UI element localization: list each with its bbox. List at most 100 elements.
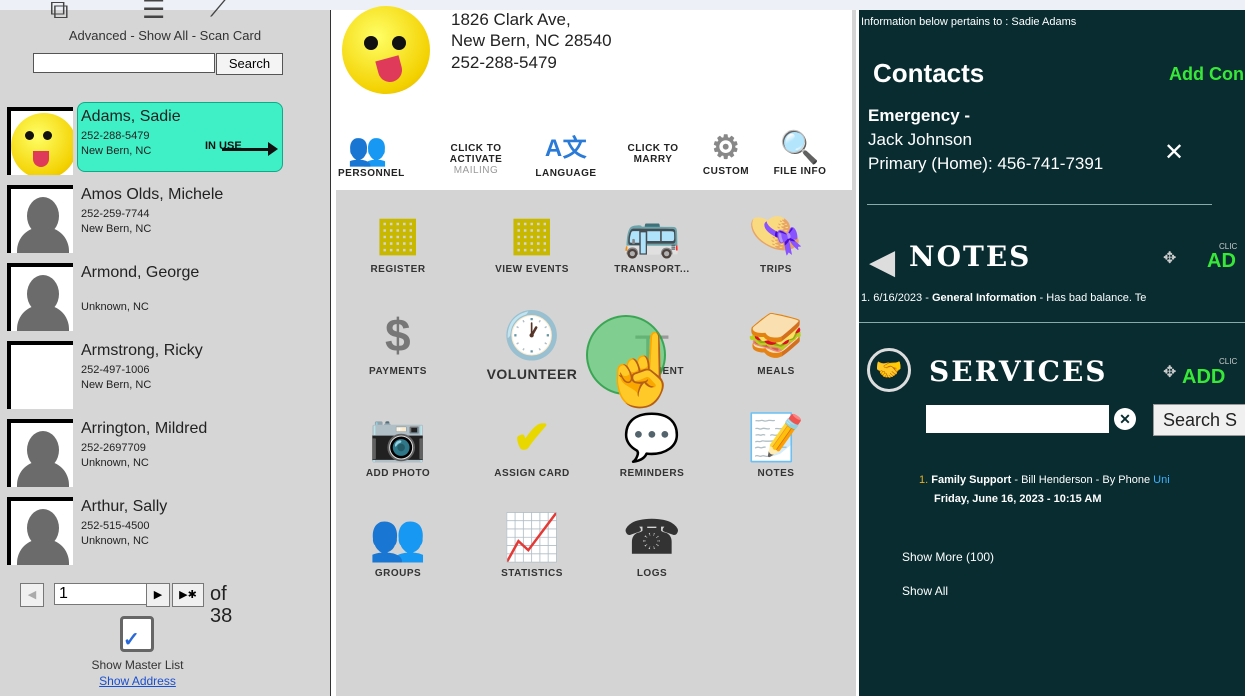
person-phone: 252-2697709 xyxy=(81,442,146,454)
person-name[interactable]: Armond, George xyxy=(81,264,199,282)
person-city: New Bern, NC xyxy=(81,223,152,235)
address-box: 1826 Clark Ave, New Bern, NC 28540 252-2… xyxy=(336,6,852,190)
volunteer-button[interactable]: 🕐 VOLUNTEER xyxy=(482,308,582,382)
client-list-panel: ⧉ ☰ ⟋ Advanced - Show All - Scan Card Se… xyxy=(0,0,330,696)
transport-button[interactable]: 🚌 TRANSPORT... xyxy=(602,206,702,275)
person-name[interactable]: Armstrong, Ricky xyxy=(81,342,203,360)
language-button[interactable]: A文 LANGUAGE xyxy=(531,132,601,179)
personnel-button[interactable]: 👥 PERSONNEL xyxy=(338,131,404,179)
reminders-button[interactable]: 💬 REMINDERS xyxy=(602,410,702,479)
trips-button[interactable]: 👒 TRIPS xyxy=(726,206,826,275)
divider xyxy=(859,322,1245,323)
search-input[interactable] xyxy=(33,53,215,73)
register-button[interactable]: ▦ REGISTER xyxy=(348,206,448,275)
person-city: Unknown, NC xyxy=(81,535,149,547)
gear-icon: ⚙ xyxy=(711,129,741,165)
add-note-button[interactable]: AD xyxy=(1207,250,1236,273)
meals-button[interactable]: 🥪 MEALS xyxy=(726,308,826,377)
person-name[interactable]: Arrington, Mildred xyxy=(81,420,207,438)
avatar xyxy=(7,341,73,409)
custom-button[interactable]: ⚙ CUSTOM xyxy=(696,130,756,177)
groups-button[interactable]: 👥 GROUPS xyxy=(348,510,448,579)
search-services-button[interactable]: Search S xyxy=(1153,404,1245,436)
contact-phone: Primary (Home): 456-741-7391 xyxy=(868,154,1104,173)
person-name[interactable]: Arthur, Sally xyxy=(81,498,167,516)
add-contact-button[interactable]: Add Con xyxy=(1169,64,1244,85)
person-city: New Bern, NC xyxy=(81,379,152,391)
show-master-list[interactable]: Show Master List xyxy=(0,658,275,672)
info-header: Information below pertains to : Sadie Ad… xyxy=(861,16,1077,28)
person-name[interactable]: Adams, Sadie xyxy=(81,108,181,126)
add-photo-button[interactable]: 📷 ADD PHOTO xyxy=(348,410,448,479)
bubble-icon: 💬 xyxy=(623,411,681,463)
list-item[interactable]: Arrington, Mildred 252-2697709 Unknown, … xyxy=(0,414,330,487)
move-icon[interactable]: ✥ xyxy=(1163,248,1176,268)
move-icon[interactable]: ✥ xyxy=(1163,362,1176,382)
address-phone: 252-288-5479 xyxy=(451,53,557,72)
page-count: of 38 xyxy=(210,583,233,627)
file-info-button[interactable]: 🔍 FILE INFO xyxy=(760,130,840,177)
handshake-icon: 🤝 xyxy=(867,348,911,392)
list-item[interactable]: Adams, Sadie 252-288-5479 New Bern, NC I… xyxy=(0,102,330,175)
id-card-icon: ✔ xyxy=(512,411,552,463)
sandwich-icon: 🥪 xyxy=(747,309,805,361)
scan-card-icon[interactable]: ⟋ xyxy=(210,0,228,24)
chart-icon: 📈 xyxy=(503,511,561,563)
show-all-link[interactable]: Show All xyxy=(902,584,948,598)
show-all-icon[interactable]: ☰ xyxy=(142,0,165,25)
list-item[interactable]: Arthur, Sally 252-515-4500 Unknown, NC xyxy=(0,492,330,565)
pointer-hand-icon: ☝ xyxy=(598,331,686,409)
emergency-label: Emergency - xyxy=(868,106,971,125)
person-city: New Bern, NC xyxy=(81,145,152,157)
avatar xyxy=(7,107,73,175)
dollar-icon: $ xyxy=(384,309,412,361)
list-item[interactable]: Armstrong, Ricky 252-497-1006 New Bern, … xyxy=(0,336,330,409)
bus-icon: 🚌 xyxy=(623,207,681,259)
view-events-button[interactable]: ▦ VIEW EVENTS xyxy=(482,206,582,275)
people-icon: 👥 xyxy=(347,131,389,167)
person-city: Unknown, NC xyxy=(81,457,149,469)
service-search-input[interactable] xyxy=(926,405,1109,433)
logs-button[interactable]: ☎ LOGS xyxy=(602,510,702,579)
person-name[interactable]: Amos Olds, Michele xyxy=(81,186,223,204)
notes-flag-icon: ◀ xyxy=(869,243,896,281)
close-icon[interactable]: ✕ xyxy=(1164,138,1184,167)
notes-button[interactable]: 📝 NOTES xyxy=(726,410,826,479)
note-entry[interactable]: 1. 6/16/2023 - General Information - Has… xyxy=(861,292,1146,304)
advanced-icon[interactable]: ⧉ xyxy=(50,0,69,26)
activate-mailing-button[interactable]: CLICK TO ACTIVATE MAILING xyxy=(436,143,516,176)
clear-icon[interactable]: ✕ xyxy=(1114,408,1136,430)
prev-page-icon[interactable]: ◀ xyxy=(20,583,44,607)
list-item[interactable]: Armond, George Unknown, NC xyxy=(0,258,330,331)
person-city: Unknown, NC xyxy=(81,301,149,313)
list-item[interactable]: Amos Olds, Michele 252-259-7744 New Bern… xyxy=(0,180,330,253)
search-links[interactable]: Advanced - Show All - Scan Card xyxy=(0,28,330,43)
master-list-icon[interactable] xyxy=(120,616,154,652)
assign-card-button[interactable]: ✔ ASSIGN CARD xyxy=(482,410,582,479)
show-more-link[interactable]: Show More (100) xyxy=(902,550,994,564)
show-address-link[interactable]: Show Address xyxy=(0,674,275,688)
next-page-icon[interactable]: ▶ xyxy=(146,583,170,607)
avatar xyxy=(7,497,73,565)
avatar xyxy=(7,419,73,487)
search-button[interactable]: Search xyxy=(216,53,283,75)
payments-button[interactable]: $ PAYMENTS xyxy=(348,308,448,377)
translate-icon: A文 xyxy=(544,135,588,162)
marry-button[interactable]: CLICK TO MARRY xyxy=(618,143,688,165)
address-line2: New Bern, NC 28540 xyxy=(451,31,612,50)
register-icon: ▦ xyxy=(376,207,420,259)
click-label: CLIC xyxy=(1219,357,1238,366)
last-page-icon[interactable]: ▶✱ xyxy=(172,583,204,607)
avatar xyxy=(7,263,73,331)
divider xyxy=(867,204,1212,205)
service-entry[interactable]: 1. Family Support - Bill Henderson - By … xyxy=(919,474,1170,486)
group-icon: 👥 xyxy=(369,511,427,563)
notepad-icon: 📝 xyxy=(747,411,805,463)
hat-icon: 👒 xyxy=(747,207,805,259)
add-service-button[interactable]: ADD xyxy=(1182,366,1225,389)
webcam-icon: 📷 xyxy=(369,411,427,463)
contacts-title: Contacts xyxy=(873,58,985,88)
calendar-search-icon: ▦ xyxy=(510,207,554,259)
info-panel: Information below pertains to : Sadie Ad… xyxy=(856,10,1245,696)
statistics-button[interactable]: 📈 STATISTICS xyxy=(482,510,582,579)
